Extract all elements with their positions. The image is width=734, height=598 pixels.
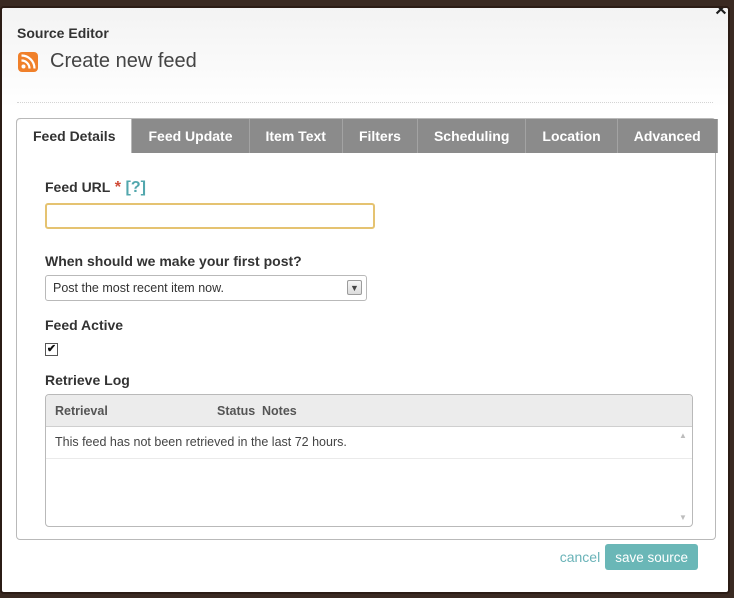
column-retrieval[interactable]: Retrieval xyxy=(55,404,108,418)
column-notes[interactable]: Notes xyxy=(262,404,297,418)
tab-bar: Feed Details Feed Update Item Text Filte… xyxy=(17,119,718,153)
log-row-text: This feed has not been retrieved in the … xyxy=(55,435,347,449)
feed-url-input[interactable] xyxy=(45,203,375,229)
header-divider xyxy=(17,102,713,103)
footer-actions: cancel save source xyxy=(560,544,698,570)
feed-url-label: Feed URL xyxy=(45,179,111,195)
tab-item-text[interactable]: Item Text xyxy=(249,119,343,153)
column-status[interactable]: Status xyxy=(217,404,255,418)
retrieve-log-table: Retrieval Status Notes This feed has not… xyxy=(45,394,693,527)
tab-advanced[interactable]: Advanced xyxy=(617,119,718,153)
table-row: This feed has not been retrieved in the … xyxy=(46,427,692,459)
first-post-selected-value: Post the most recent item now. xyxy=(53,281,224,295)
feed-active-checkbox[interactable]: ✔ xyxy=(45,343,58,356)
app-title: Source Editor xyxy=(17,25,109,41)
page-title: Create new feed xyxy=(50,50,197,72)
source-editor-dialog: ✕ Source Editor Create new feed Feed Det… xyxy=(0,6,730,594)
close-icon[interactable]: ✕ xyxy=(713,8,728,19)
scroll-up-icon[interactable]: ▲ xyxy=(678,431,688,441)
tab-filters[interactable]: Filters xyxy=(342,119,418,153)
scroll-down-icon[interactable]: ▼ xyxy=(678,513,688,523)
required-mark: * xyxy=(114,179,122,196)
feed-url-help-link[interactable]: [?] xyxy=(125,179,145,196)
tab-scheduling[interactable]: Scheduling xyxy=(417,119,527,153)
save-source-button[interactable]: save source xyxy=(605,544,698,570)
first-post-select[interactable]: Post the most recent item now. ▼ xyxy=(45,275,367,301)
feed-active-label: Feed Active xyxy=(45,317,124,333)
feed-details-form: Feed URL * [?] When should we make your … xyxy=(45,179,695,527)
feed-settings-panel: Feed Details Feed Update Item Text Filte… xyxy=(16,118,718,540)
feed-url-row: Feed URL * [?] xyxy=(45,179,695,197)
log-table-header: Retrieval Status Notes xyxy=(46,395,692,427)
retrieve-log-label: Retrieve Log xyxy=(45,372,130,388)
cancel-link[interactable]: cancel xyxy=(560,549,600,565)
rss-feed-icon xyxy=(18,52,38,72)
tab-location[interactable]: Location xyxy=(526,119,618,153)
tab-feed-update[interactable]: Feed Update xyxy=(132,119,250,153)
tab-feed-details[interactable]: Feed Details xyxy=(17,119,133,153)
chevron-down-icon[interactable]: ▼ xyxy=(347,280,362,295)
first-post-label: When should we make your first post? xyxy=(45,253,302,269)
